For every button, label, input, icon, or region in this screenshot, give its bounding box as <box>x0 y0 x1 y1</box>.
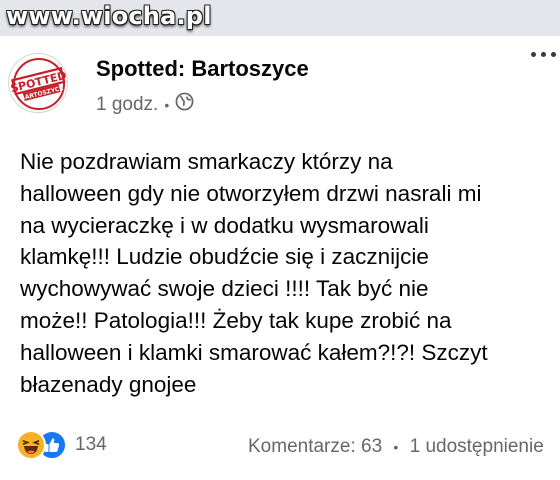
reactions-summary[interactable]: 134 <box>16 430 107 460</box>
post-time[interactable]: 1 godz. <box>96 94 158 116</box>
post-text-line: wychowywać swoje dzieci !!!! Tak być nie <box>20 276 429 302</box>
post-text-line: Nie pozdrawiam smarkaczy którzy na <box>20 149 393 174</box>
post-meta: 1 godz. • <box>96 92 194 117</box>
shares-count[interactable]: 1 udostępnienie <box>410 436 544 457</box>
spotted-logo: SPOTTED BARTOSZYCE <box>9 58 67 110</box>
haha-icon <box>16 430 46 460</box>
meta-separator: • <box>164 96 170 113</box>
post-card: SPOTTED BARTOSZYCE Spotted: Bartoszyce 1… <box>0 36 560 480</box>
page-avatar[interactable]: SPOTTED BARTOSZYCE <box>8 53 68 113</box>
globe-icon <box>175 92 194 117</box>
post-text: Nie pozdrawiam smarkaczy którzy na hallo… <box>20 146 560 400</box>
more-options-icon[interactable] <box>531 52 556 57</box>
post-text-line: halloween gdy nie otworzyłem drzwi nasra… <box>20 180 482 206</box>
reaction-count[interactable]: 134 <box>75 434 107 456</box>
post-text-line: halloween i klamki smarować kałem?!?! Sz… <box>20 339 488 365</box>
watermark: www.wiocha.pl <box>6 2 212 30</box>
post-text-line: błazenady gnojee <box>20 371 197 397</box>
post-stats: Komentarze: 63 • 1 udostępnienie <box>248 436 544 458</box>
stats-separator: • <box>393 439 399 455</box>
post-text-line: klamkę!!! Ludzie obudźcie się i zacznijc… <box>20 244 429 270</box>
post-text-line: może!! Patologia!!! Żeby tak kupe zrobić… <box>20 307 452 333</box>
post-author[interactable]: Spotted: Bartoszyce <box>96 56 309 82</box>
post-text-line: na wycieraczkę i w dodatku wysmarowali <box>20 212 429 238</box>
comments-count[interactable]: Komentarze: 63 <box>248 436 382 457</box>
